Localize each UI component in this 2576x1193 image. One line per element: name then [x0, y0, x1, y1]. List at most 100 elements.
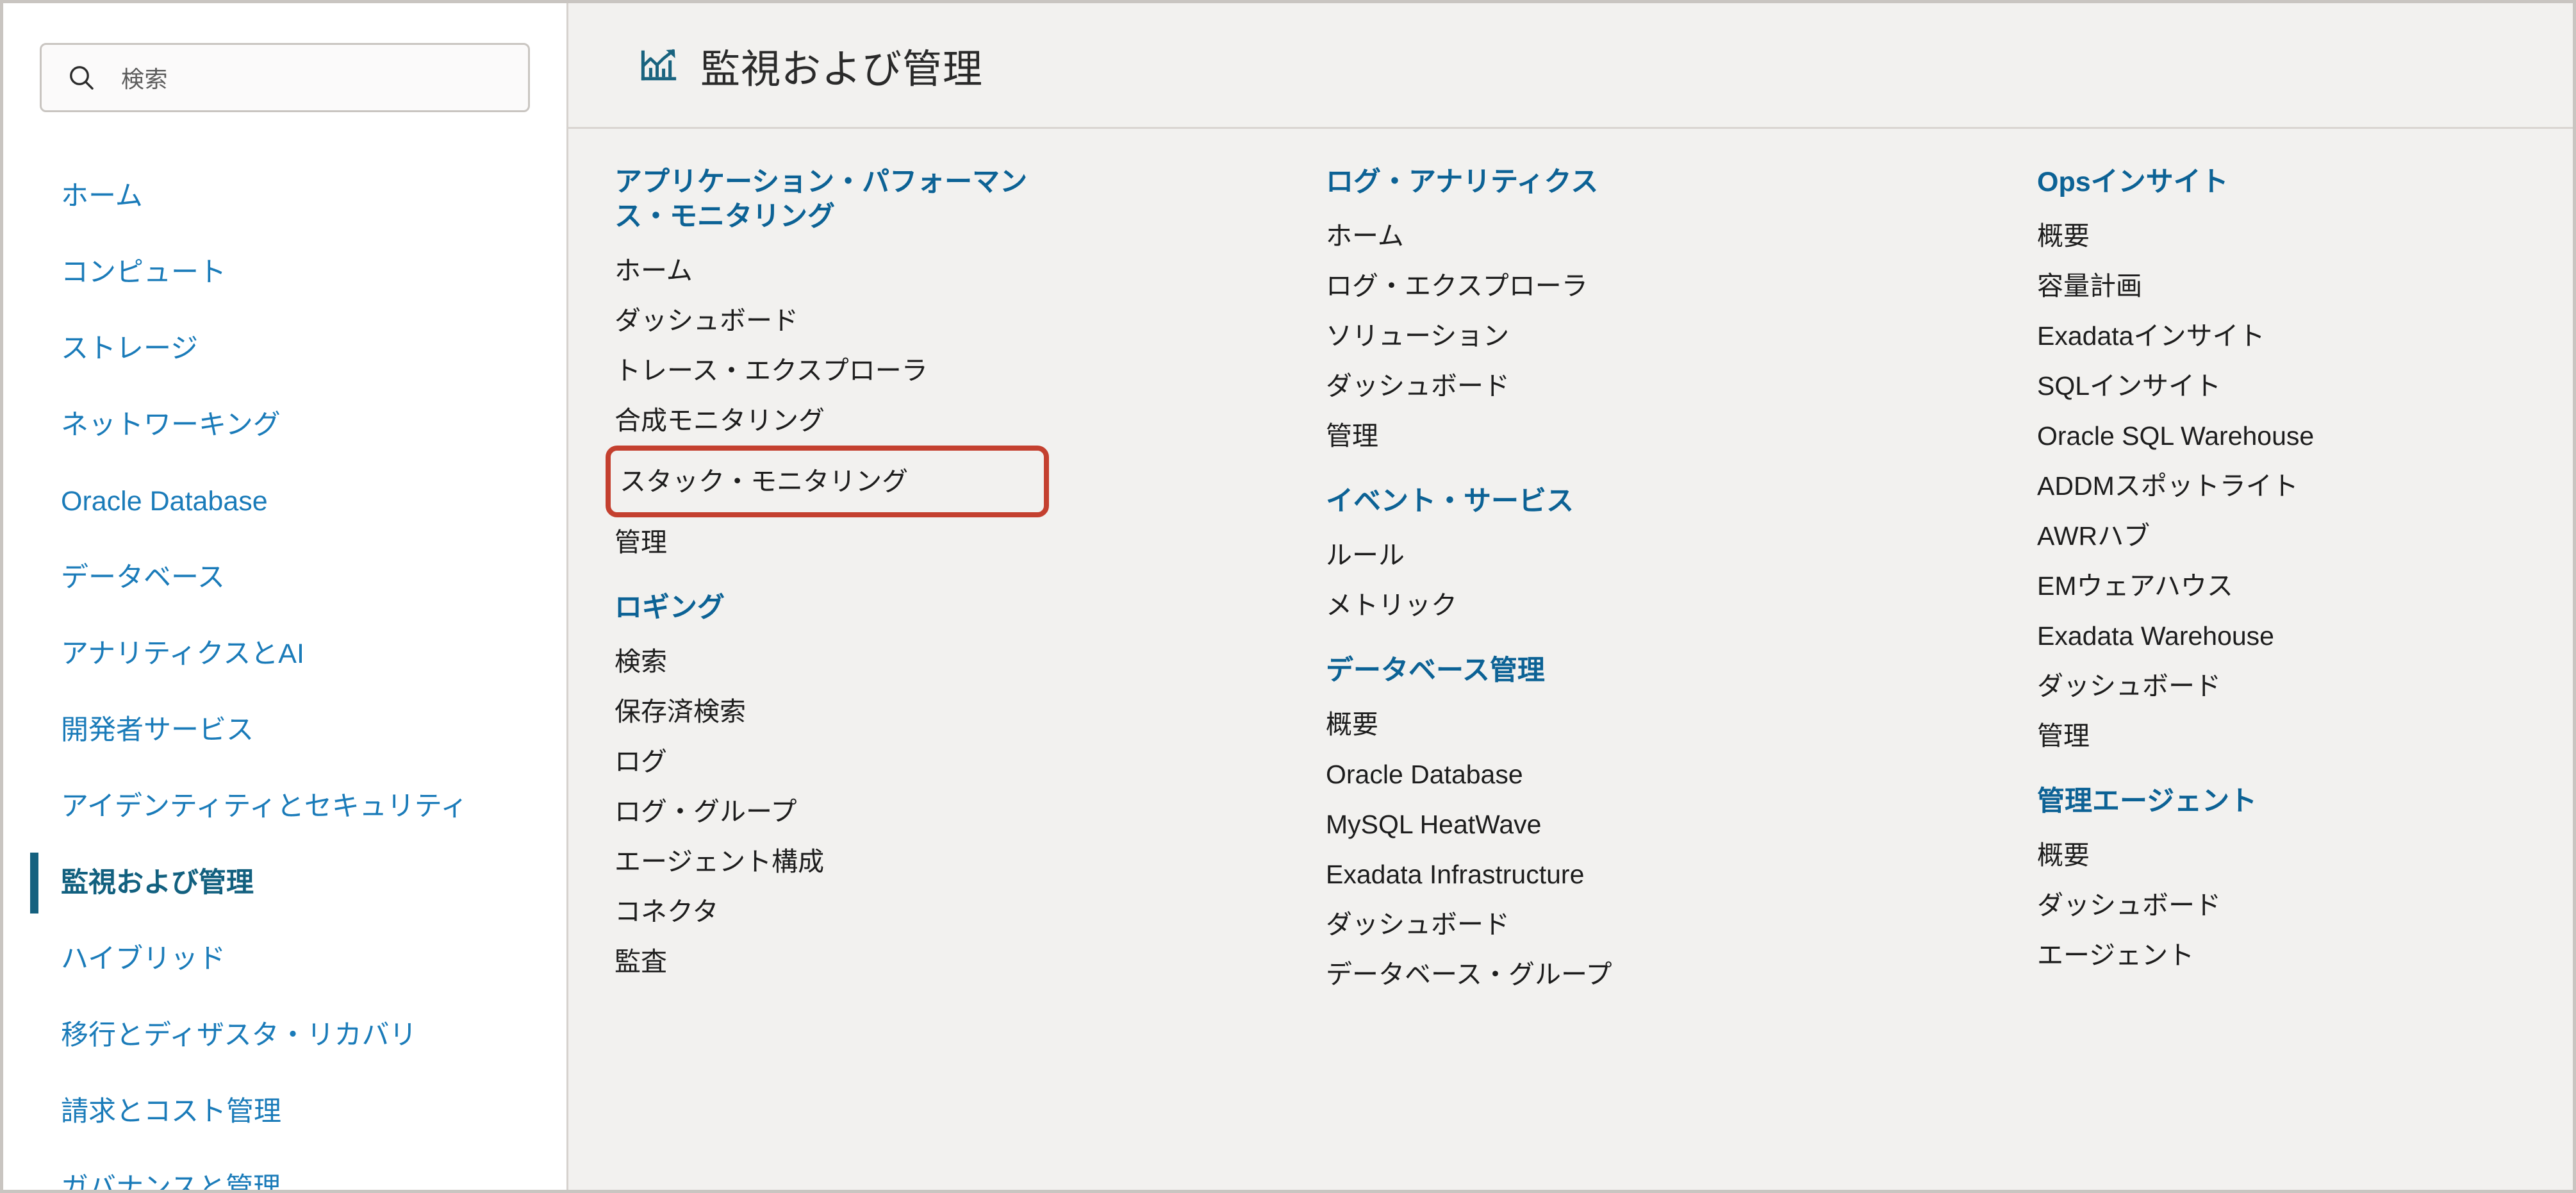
- menu-item[interactable]: ダッシュボード: [1326, 361, 2037, 411]
- sidebar-item-label: 開発者サービス: [61, 715, 254, 746]
- menu-item[interactable]: 概要: [2037, 211, 2524, 261]
- sidebar-item-label: ネットワーキング: [61, 410, 281, 440]
- menu-item[interactable]: ルール: [1326, 530, 2037, 580]
- menu-item[interactable]: 監査: [615, 937, 1326, 987]
- menu-item-label: Exadata Infrastructure: [1326, 862, 1584, 888]
- menu-item[interactable]: 保存済検索: [615, 687, 1326, 737]
- menu-item-label: ログ: [615, 749, 667, 775]
- sidebar-item-label: 監視および管理: [61, 868, 254, 898]
- menu-item-label: ダッシュボード: [615, 308, 798, 334]
- menu-item-label: ログ・グループ: [615, 799, 797, 825]
- menu-item[interactable]: ダッシュボード: [2037, 880, 2524, 930]
- sidebar-item-12[interactable]: 請求とコスト管理: [3, 1074, 566, 1150]
- menu-group: ログ・アナリティクスホームログ・エクスプローラソリューションダッシュボード管理: [1326, 165, 2037, 461]
- menu-item-label: 概要: [2037, 842, 2090, 869]
- sidebar-item-13[interactable]: ガバナンスと管理: [3, 1150, 566, 1190]
- menu-item[interactable]: ダッシュボード: [615, 296, 1326, 346]
- menu-item-label: Oracle Database: [1326, 762, 1523, 788]
- menu-group-title: アプリケーション・パフォーマンス・モニタリング: [615, 165, 1037, 234]
- menu-item[interactable]: ログ: [615, 737, 1326, 787]
- menu-item[interactable]: 合成モニタリング: [615, 396, 1326, 446]
- search-placeholder: 検索: [121, 61, 168, 94]
- menu-item-highlighted[interactable]: スタック・モニタリング: [606, 446, 1049, 517]
- sidebar-item-label: アナリティクスとAI: [61, 639, 304, 669]
- menu-item[interactable]: ソリューション: [1326, 311, 2037, 361]
- menu-item[interactable]: エージェント: [2037, 930, 2524, 980]
- menu-item-label: ADDMスポットライト: [2037, 473, 2299, 499]
- sidebar-item-label: ストレージ: [61, 334, 198, 364]
- menu-item[interactable]: メトリック: [1326, 580, 2037, 630]
- sidebar-nav-list: ホームコンピュートストレージネットワーキング Oracle Database データ…: [3, 158, 566, 1190]
- menu-item-label: トレース・エクスプローラ: [615, 358, 928, 384]
- sidebar-item-2[interactable]: ストレージ: [3, 311, 566, 387]
- menu-group: アプリケーション・パフォーマンス・モニタリングホームダッシュボードトレース・エク…: [615, 165, 1326, 567]
- sidebar-item-1[interactable]: コンピュート: [3, 235, 566, 311]
- menu-item-label: 管理: [2037, 723, 2090, 749]
- menu-item[interactable]: EMウェアハウス: [2037, 561, 2524, 611]
- menu-item-label: データベース・グループ: [1326, 962, 1612, 988]
- menu-item[interactable]: ダッシュボード: [2037, 661, 2524, 711]
- menu-item-label: 管理: [1326, 423, 1378, 449]
- sidebar-item-8[interactable]: アイデンティティとセキュリティ: [3, 769, 566, 845]
- sidebar-item-5[interactable]: データベース: [3, 540, 566, 616]
- menu-item-label: 容量計画: [2037, 273, 2142, 299]
- sidebar-item-label: コンピュート: [61, 258, 226, 288]
- menu-group-title: Opsインサイト: [2037, 165, 2460, 199]
- sidebar-item-6[interactable]: アナリティクスとAI: [3, 616, 566, 692]
- search-icon: [66, 62, 97, 93]
- menu-item[interactable]: Exadata Infrastructure: [1326, 850, 2037, 900]
- menu-item[interactable]: ダッシュボード: [1326, 900, 2037, 950]
- menu-item[interactable]: AWRハブ: [2037, 511, 2524, 561]
- menu-item-label: MySQL HeatWave: [1326, 812, 1541, 838]
- menu-item[interactable]: Exadata Warehouse: [2037, 611, 2524, 661]
- menu-group: Opsインサイト概要容量計画 ExadataインサイトSQLインサイトOracle…: [2037, 165, 2524, 761]
- menu-item-label: ダッシュボード: [2037, 673, 2221, 699]
- sidebar-item-4[interactable]: Oracle Database: [3, 463, 566, 540]
- menu-item-label: 保存済検索: [615, 699, 746, 725]
- menu-item[interactable]: トレース・エクスプローラ: [615, 346, 1326, 396]
- menu-item[interactable]: ログ・グループ: [615, 787, 1326, 837]
- menu-group: イベント・サービスルールメトリック: [1326, 484, 2037, 630]
- menu-item[interactable]: 検索: [615, 637, 1326, 687]
- menu-group: データベース管理概要Oracle DatabaseMySQL HeatWaveE…: [1326, 653, 2037, 999]
- menu-group: ロギング検索保存済検索ログログ・グループエージェント構成コネクタ監査: [615, 590, 1326, 987]
- menu-item-label: AWRハブ: [2037, 523, 2150, 549]
- menu-item[interactable]: 管理: [615, 517, 1326, 567]
- menu-item[interactable]: 管理: [1326, 411, 2037, 461]
- menu-item[interactable]: ホーム: [1326, 211, 2037, 261]
- menu-item-label: 検索: [615, 649, 667, 675]
- menu-item[interactable]: エージェント構成: [615, 837, 1326, 887]
- search-input[interactable]: 検索: [40, 43, 530, 112]
- sidebar-item-label: Oracle Database: [61, 487, 268, 517]
- sidebar-item-3[interactable]: ネットワーキング: [3, 387, 566, 463]
- menu-item[interactable]: MySQL HeatWave: [1326, 800, 2037, 850]
- menu-item[interactable]: 概要: [1326, 700, 2037, 750]
- menu-item[interactable]: データベース・グループ: [1326, 950, 2037, 1000]
- menu-group-items: 概要容量計画 ExadataインサイトSQLインサイトOracle SQL War…: [2037, 211, 2524, 761]
- menu-item-label: ルール: [1326, 542, 1405, 569]
- menu-item[interactable]: Exadataインサイト: [2037, 311, 2524, 361]
- sidebar-item-7[interactable]: 開発者サービス: [3, 692, 566, 769]
- sidebar-item-label: アイデンティティとセキュリティ: [61, 792, 468, 822]
- menu-item[interactable]: SQLインサイト: [2037, 361, 2524, 411]
- sidebar-item-9[interactable]: 監視および管理: [3, 845, 566, 921]
- menu-item[interactable]: Oracle Database: [1326, 750, 2037, 800]
- menu-item[interactable]: ログ・エクスプローラ: [1326, 261, 2037, 311]
- menu-item[interactable]: ADDMスポットライト: [2037, 461, 2524, 511]
- menu-item[interactable]: 概要: [2037, 830, 2524, 880]
- sidebar-item-10[interactable]: ハイブリッド: [3, 921, 566, 997]
- sidebar-item-0[interactable]: ホーム: [3, 158, 566, 235]
- search-container: 検索: [40, 43, 530, 112]
- menu-item-label: Exadata Warehouse: [2037, 623, 2274, 649]
- menu-item[interactable]: Oracle SQL Warehouse: [2037, 411, 2524, 461]
- menu-item-label: ホーム: [1326, 223, 1404, 249]
- menu-item[interactable]: コネクタ: [615, 887, 1326, 937]
- menu-item[interactable]: 管理: [2037, 711, 2524, 761]
- sidebar-item-label: ハイブリッド: [61, 944, 226, 974]
- menu-group-items: ホームダッシュボードトレース・エクスプローラ合成モニタリングスタック・モニタリン…: [615, 246, 1326, 567]
- sidebar: 検索 ホームコンピュートストレージネットワーキング Oracle Database…: [3, 3, 568, 1190]
- menu-item[interactable]: ホーム: [615, 246, 1326, 296]
- sidebar-item-11[interactable]: 移行とディザスタ・リカバリ: [3, 997, 566, 1074]
- menu-item[interactable]: 容量計画: [2037, 261, 2524, 311]
- menu-item-label: 管理: [615, 530, 667, 556]
